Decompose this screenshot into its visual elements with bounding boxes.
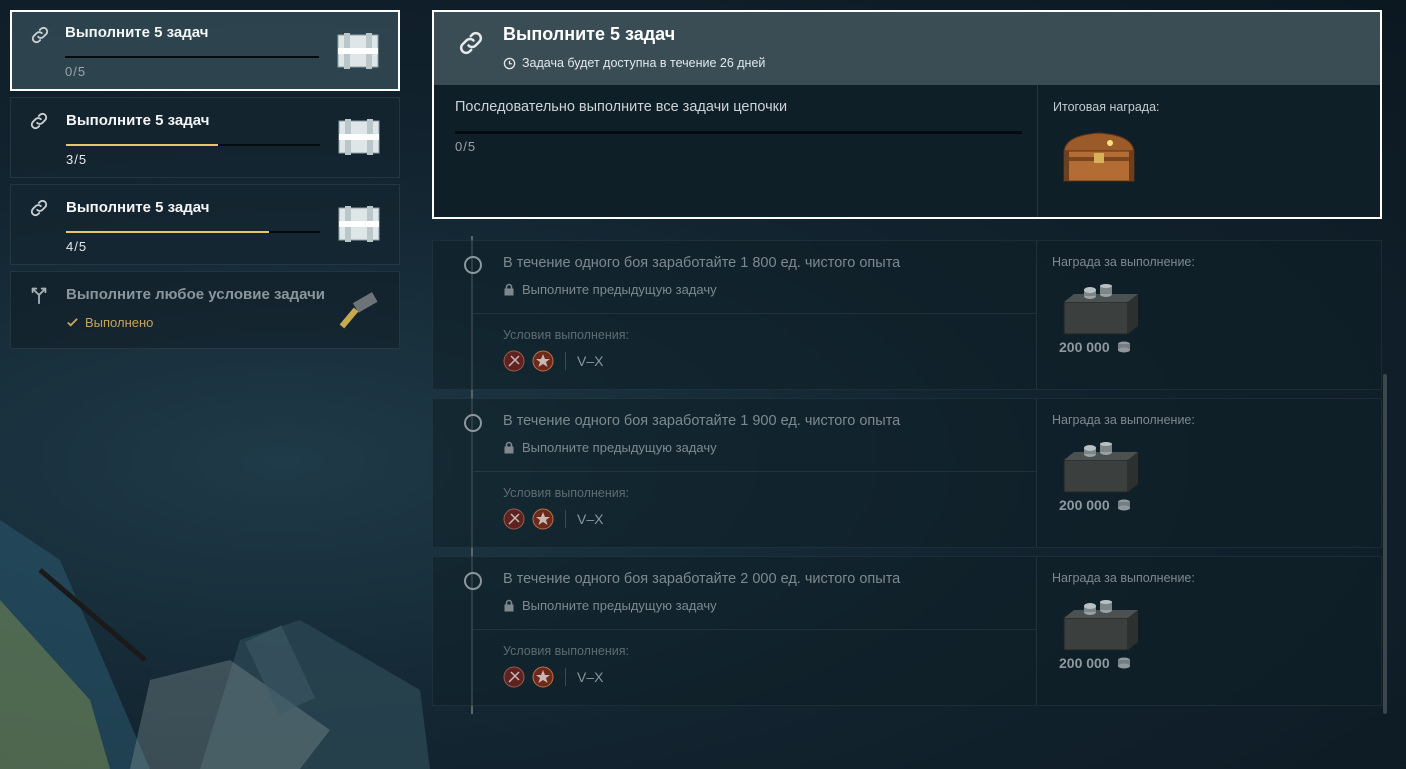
- column-divider: [1036, 557, 1037, 705]
- tier-range: V–X: [577, 669, 604, 685]
- final-reward-label: Итоговая награда:: [1053, 100, 1160, 114]
- chain-link-icon: [31, 26, 49, 44]
- lock-icon: [504, 599, 514, 612]
- conditions-separator: [565, 352, 566, 370]
- subtask-title: В течение одного боя заработайте 1 800 е…: [503, 255, 901, 271]
- lock-icon: [504, 283, 514, 296]
- reward-amount-value: 200 000: [1059, 655, 1110, 671]
- task-title: Выполните 5 задач: [66, 112, 210, 129]
- subtask-3[interactable]: В течение одного боя заработайте 2 000 е…: [432, 556, 1382, 706]
- task-progress-bar: [65, 56, 319, 58]
- task-progress-count: 3/5: [66, 152, 88, 167]
- star-rank-icon[interactable]: [532, 508, 554, 530]
- task-card-1[interactable]: Выполните 5 задач 0/5: [10, 10, 400, 91]
- checkmark-icon: [67, 318, 78, 327]
- lock-icon: [504, 441, 514, 454]
- column-divider: [1036, 241, 1037, 389]
- column-divider: [1037, 85, 1038, 217]
- steel-container-icon: [337, 33, 379, 69]
- availability-text: Задача будет доступна в течение 26 дней: [522, 56, 766, 70]
- tier-range: V–X: [577, 353, 604, 369]
- steel-container-icon: [338, 206, 380, 242]
- conditions-row: V–X: [503, 508, 603, 530]
- battle-type-icon[interactable]: [503, 350, 525, 372]
- credits-coin-icon: [1117, 657, 1130, 669]
- conditions-separator: [565, 668, 566, 686]
- availability-info: Задача будет доступна в течение 26 дней: [503, 56, 765, 70]
- lock-text: Выполните предыдущую задачу: [522, 598, 717, 613]
- steel-container-icon: [338, 119, 380, 155]
- treasure-chest-icon[interactable]: [1058, 127, 1140, 185]
- lock-text: Выполните предыдущую задачу: [522, 282, 717, 297]
- chain-progress-count: 0/5: [455, 139, 477, 154]
- credits-crate-icon[interactable]: [1060, 600, 1138, 652]
- battle-type-icon[interactable]: [503, 666, 525, 688]
- step-circle-icon: [464, 414, 482, 432]
- task-title: Выполните 5 задач: [66, 199, 210, 216]
- credits-coin-icon: [1117, 341, 1130, 353]
- conditions-separator: [565, 510, 566, 528]
- detail-body: Последовательно выполните все задачи цеп…: [434, 85, 1380, 217]
- detail-title: Выполните 5 задач: [503, 24, 676, 44]
- task-card-4[interactable]: Выполните любое условие задачи Выполнено: [10, 271, 400, 349]
- step-circle-icon: [464, 256, 482, 274]
- conditions-row: V–X: [503, 666, 603, 688]
- locked-status: Выполните предыдущую задачу: [503, 282, 717, 297]
- row-divider: [473, 629, 1036, 630]
- subtask-title: В течение одного боя заработайте 1 900 е…: [503, 413, 901, 429]
- credits-crate-icon[interactable]: [1060, 284, 1138, 336]
- reward-amount: 200 000: [1059, 339, 1132, 355]
- locked-status: Выполните предыдущую задачу: [503, 440, 717, 455]
- chain-link-icon: [459, 31, 483, 55]
- conditions-label: Условия выполнения:: [503, 328, 629, 342]
- task-detail-panel: Выполните 5 задач Задача будет доступна …: [432, 10, 1382, 219]
- star-rank-icon[interactable]: [532, 666, 554, 688]
- locked-status: Выполните предыдущую задачу: [503, 598, 717, 613]
- credits-coin-icon: [1117, 499, 1130, 511]
- row-divider: [473, 471, 1036, 472]
- star-rank-icon[interactable]: [532, 350, 554, 372]
- step-circle-icon: [464, 572, 482, 590]
- chain-link-icon: [30, 199, 48, 217]
- task-progress-count: 4/5: [66, 239, 88, 254]
- task-card-2[interactable]: Выполните 5 задач 3/5: [10, 97, 400, 178]
- task-card-3[interactable]: Выполните 5 задач 4/5: [10, 184, 400, 265]
- completed-status: Выполнено: [66, 315, 153, 330]
- reward-amount-value: 200 000: [1059, 339, 1110, 355]
- conditions-label: Условия выполнения:: [503, 644, 629, 658]
- conditions-label: Условия выполнения:: [503, 486, 629, 500]
- task-title: Выполните любое условие задачи: [66, 286, 326, 303]
- reward-amount-value: 200 000: [1059, 497, 1110, 513]
- task-progress-bar: [66, 231, 320, 233]
- credits-crate-icon[interactable]: [1060, 442, 1138, 494]
- task-progress-bar: [66, 144, 320, 146]
- lock-text: Выполните предыдущую задачу: [522, 440, 717, 455]
- reward-label: Награда за выполнение:: [1052, 255, 1195, 269]
- branch-fork-icon: [31, 287, 47, 305]
- column-divider: [1036, 399, 1037, 547]
- chain-progress-bar: [455, 131, 1022, 134]
- detail-header: Выполните 5 задач Задача будет доступна …: [434, 12, 1380, 85]
- chain-link-icon: [30, 112, 48, 130]
- completed-label: Выполнено: [85, 315, 154, 330]
- subtask-2[interactable]: В течение одного боя заработайте 1 900 е…: [432, 398, 1382, 548]
- conditions-row: V–X: [503, 350, 603, 372]
- row-divider: [473, 313, 1036, 314]
- hammer-icon: [339, 292, 378, 329]
- subtask-title: В течение одного боя заработайте 2 000 е…: [503, 571, 901, 587]
- reward-amount: 200 000: [1059, 497, 1132, 513]
- task-list: Выполните 5 задач 0/5 Выполните 5 задач …: [10, 10, 400, 355]
- task-title: Выполните 5 задач: [65, 24, 209, 41]
- scrollbar[interactable]: [1383, 374, 1387, 714]
- reward-label: Награда за выполнение:: [1052, 413, 1195, 427]
- battle-type-icon[interactable]: [503, 508, 525, 530]
- reward-label: Награда за выполнение:: [1052, 571, 1195, 585]
- chain-description: Последовательно выполните все задачи цеп…: [455, 99, 788, 115]
- subtask-1[interactable]: В течение одного боя заработайте 1 800 е…: [432, 240, 1382, 390]
- tier-range: V–X: [577, 511, 604, 527]
- clock-icon: [503, 57, 516, 69]
- task-progress-count: 0/5: [65, 64, 87, 79]
- reward-amount: 200 000: [1059, 655, 1132, 671]
